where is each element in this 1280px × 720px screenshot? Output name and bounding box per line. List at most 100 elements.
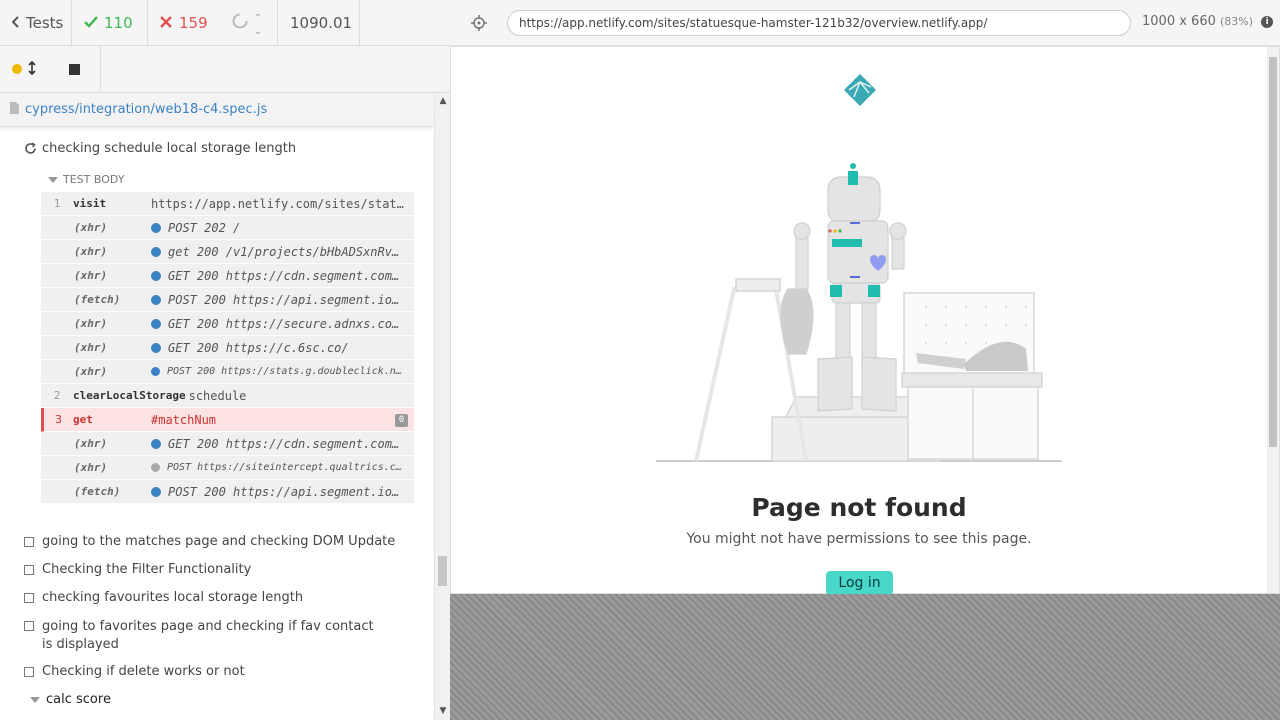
- status-dot-icon: [151, 294, 161, 305]
- stop-button[interactable]: [51, 45, 101, 93]
- viewport-background-pattern: [450, 594, 1280, 720]
- command-row[interactable]: (xhr) GET 200 https://cdn.segment.com/v1…: [41, 432, 414, 456]
- running-dot-icon: [12, 64, 22, 74]
- page-subtext: You might not have permissions to see th…: [686, 531, 1032, 547]
- command-name: clearLocalStorage: [73, 389, 186, 402]
- scroll-up-arrow-icon[interactable]: ▲: [438, 96, 448, 106]
- test-item[interactable]: checking favourites local storage length: [24, 590, 303, 605]
- tests-label: Tests: [26, 13, 64, 32]
- login-button[interactable]: Log in: [826, 571, 893, 595]
- command-message: GET 200 https://secure.adnxs.com/px: [168, 316, 414, 331]
- command-message: POST https://siteintercept.qualtrics.com…: [167, 462, 414, 473]
- running-refresh-icon: [24, 142, 37, 159]
- caret-down-icon: [30, 697, 40, 703]
- test-item[interactable]: Checking the Filter Functionality: [24, 562, 251, 577]
- command-row[interactable]: (xhr) POST 200 https://stats.g.doublecli…: [41, 360, 414, 384]
- command-name: visit: [73, 197, 107, 210]
- test-item[interactable]: going to favorites page and checking if …: [24, 618, 384, 654]
- aut-scrollbar-thumb[interactable]: [1269, 57, 1277, 447]
- viewport-zoom: (83%): [1220, 15, 1254, 28]
- page-heading: Page not found: [751, 493, 967, 522]
- command-name: (xhr): [74, 365, 108, 378]
- suite-item[interactable]: calc score: [30, 692, 111, 707]
- caret-down-icon: [48, 176, 58, 183]
- command-message: schedule: [188, 388, 247, 403]
- pending-dot-icon: [151, 463, 160, 472]
- status-dot-icon: [151, 246, 161, 257]
- scroll-down-arrow-icon[interactable]: ▼: [438, 706, 448, 716]
- spinner-icon: [232, 13, 248, 33]
- passed-count[interactable]: 110: [72, 0, 148, 46]
- command-name: (xhr): [74, 341, 108, 354]
- command-number: 1: [53, 197, 61, 210]
- viewport-dimensions: 1000 x 660: [1142, 14, 1216, 29]
- command-row[interactable]: 1 visit https://app.netlify.com/sites/st…: [41, 192, 414, 216]
- selector-playground-crosshair-icon[interactable]: [471, 15, 487, 35]
- command-row[interactable]: (xhr) get 200 /v1/projects/bHbADSxnRvXXX…: [41, 240, 414, 264]
- command-message: #matchNum: [151, 412, 217, 427]
- command-name: (xhr): [74, 245, 108, 258]
- command-row[interactable]: (xhr) GET 200 https://secure.adnxs.com/p…: [41, 312, 414, 336]
- test-status-square-icon: [24, 593, 34, 603]
- command-name: (xhr): [74, 437, 108, 450]
- stop-icon: [69, 63, 80, 75]
- robot-illustration: [656, 159, 1066, 468]
- test-item[interactable]: going to the matches page and checking D…: [24, 534, 395, 549]
- spec-file-bar[interactable]: cypress/integration/web18-c4.spec.js: [0, 93, 434, 127]
- test-item[interactable]: Checking if delete works or not: [24, 664, 245, 679]
- command-row[interactable]: (fetch) POST 200 https://api.segment.io/…: [41, 288, 414, 312]
- test-body-toggle[interactable]: TEST BODY: [48, 173, 124, 186]
- command-row[interactable]: 2 clearLocalStorage schedule: [41, 384, 414, 408]
- scrollbar-thumb[interactable]: [438, 556, 447, 586]
- command-message: get 200 /v1/projects/bHbADSxnRvXXXXXXXXX…: [168, 244, 414, 259]
- command-row[interactable]: (xhr) POST https://siteintercept.qualtri…: [41, 456, 414, 480]
- command-message: POST 200 https://api.segment.io/v1/t: [168, 292, 414, 307]
- reporter-scrollbar[interactable]: ▲ ▼: [434, 93, 450, 720]
- browser-url-bar: https://app.netlify.com/sites/statuesque…: [450, 0, 1280, 46]
- test-body-label: TEST BODY: [63, 173, 125, 186]
- command-message: GET 200 https://cdn.segment.com/v1/proje…: [168, 436, 414, 451]
- command-message: POST 200 https://api.segment.io/v1/p: [168, 484, 414, 499]
- passed-number: 110: [104, 13, 133, 32]
- pending-number: --: [255, 4, 261, 41]
- info-icon[interactable]: i: [1261, 16, 1274, 28]
- reporter-controls: [0, 45, 450, 93]
- auto-scroll-toggle[interactable]: [0, 46, 51, 93]
- command-row-failed[interactable]: 3 get #matchNum 0: [41, 408, 414, 432]
- aut-scrollbar[interactable]: [1267, 47, 1279, 593]
- test-label: checking favourites local storage length: [42, 590, 304, 605]
- command-row[interactable]: (xhr) POST 202 /: [41, 216, 414, 240]
- file-icon: [10, 101, 19, 118]
- app-under-test-frame: Page not found You might not have permis…: [450, 46, 1280, 595]
- command-name: (xhr): [74, 269, 108, 282]
- pending-count[interactable]: --: [220, 0, 278, 46]
- test-label: going to the matches page and checking D…: [42, 534, 396, 549]
- test-status-square-icon: [24, 667, 34, 677]
- command-message: https://app.netlify.com/sites/statuesque…: [151, 196, 414, 211]
- netlify-logo-icon: [843, 73, 877, 111]
- command-message: GET 200 https://c.6sc.co/: [168, 340, 349, 355]
- failed-number: 159: [179, 13, 208, 32]
- tests-button[interactable]: Tests: [0, 0, 72, 46]
- duration: 1090.01: [278, 0, 360, 46]
- viewport-size: 1000 x 660 (83%) i: [1142, 14, 1274, 29]
- command-row[interactable]: (xhr) GET 200 https://cdn.segment.com/an…: [41, 264, 414, 288]
- command-row[interactable]: (fetch) POST 200 https://api.segment.io/…: [41, 480, 414, 504]
- command-log: 1 visit https://app.netlify.com/sites/st…: [41, 192, 414, 504]
- url-field[interactable]: https://app.netlify.com/sites/statuesque…: [507, 10, 1131, 36]
- suite-label: calc score: [46, 692, 111, 707]
- chevron-left-icon: [11, 14, 20, 32]
- failed-count[interactable]: 159: [148, 0, 220, 46]
- spec-file-name: cypress/integration/web18-c4.spec.js: [25, 102, 268, 117]
- test-label: Checking if delete works or not: [42, 664, 245, 679]
- test-label: Checking the Filter Functionality: [42, 562, 252, 577]
- command-name: (xhr): [74, 221, 108, 234]
- status-dot-icon: [151, 438, 161, 449]
- command-message: POST 200 https://stats.g.doubleclick.net…: [167, 366, 414, 377]
- command-name: get: [73, 413, 93, 426]
- element-count-badge: 0: [395, 414, 408, 427]
- command-name: (xhr): [74, 317, 108, 330]
- current-test-title[interactable]: checking schedule local storage length: [24, 141, 296, 159]
- test-status-square-icon: [24, 537, 34, 547]
- command-row[interactable]: (xhr) GET 200 https://c.6sc.co/: [41, 336, 414, 360]
